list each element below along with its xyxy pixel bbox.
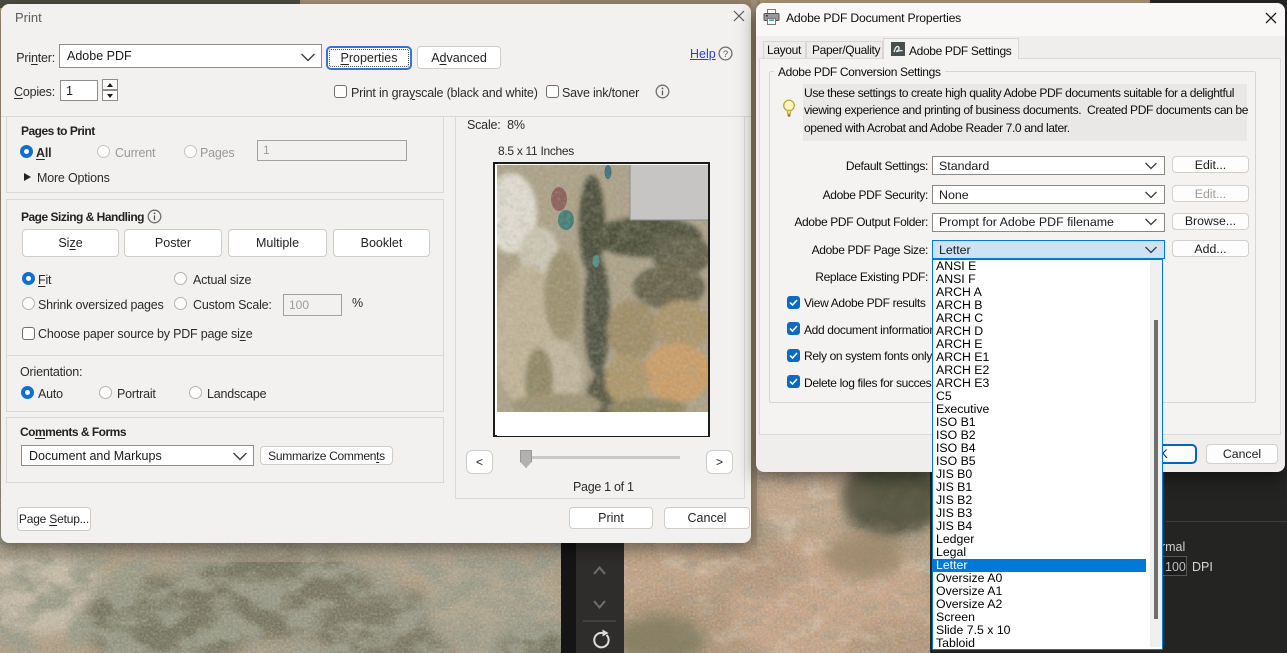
svg-text:?: ? [723, 49, 728, 60]
